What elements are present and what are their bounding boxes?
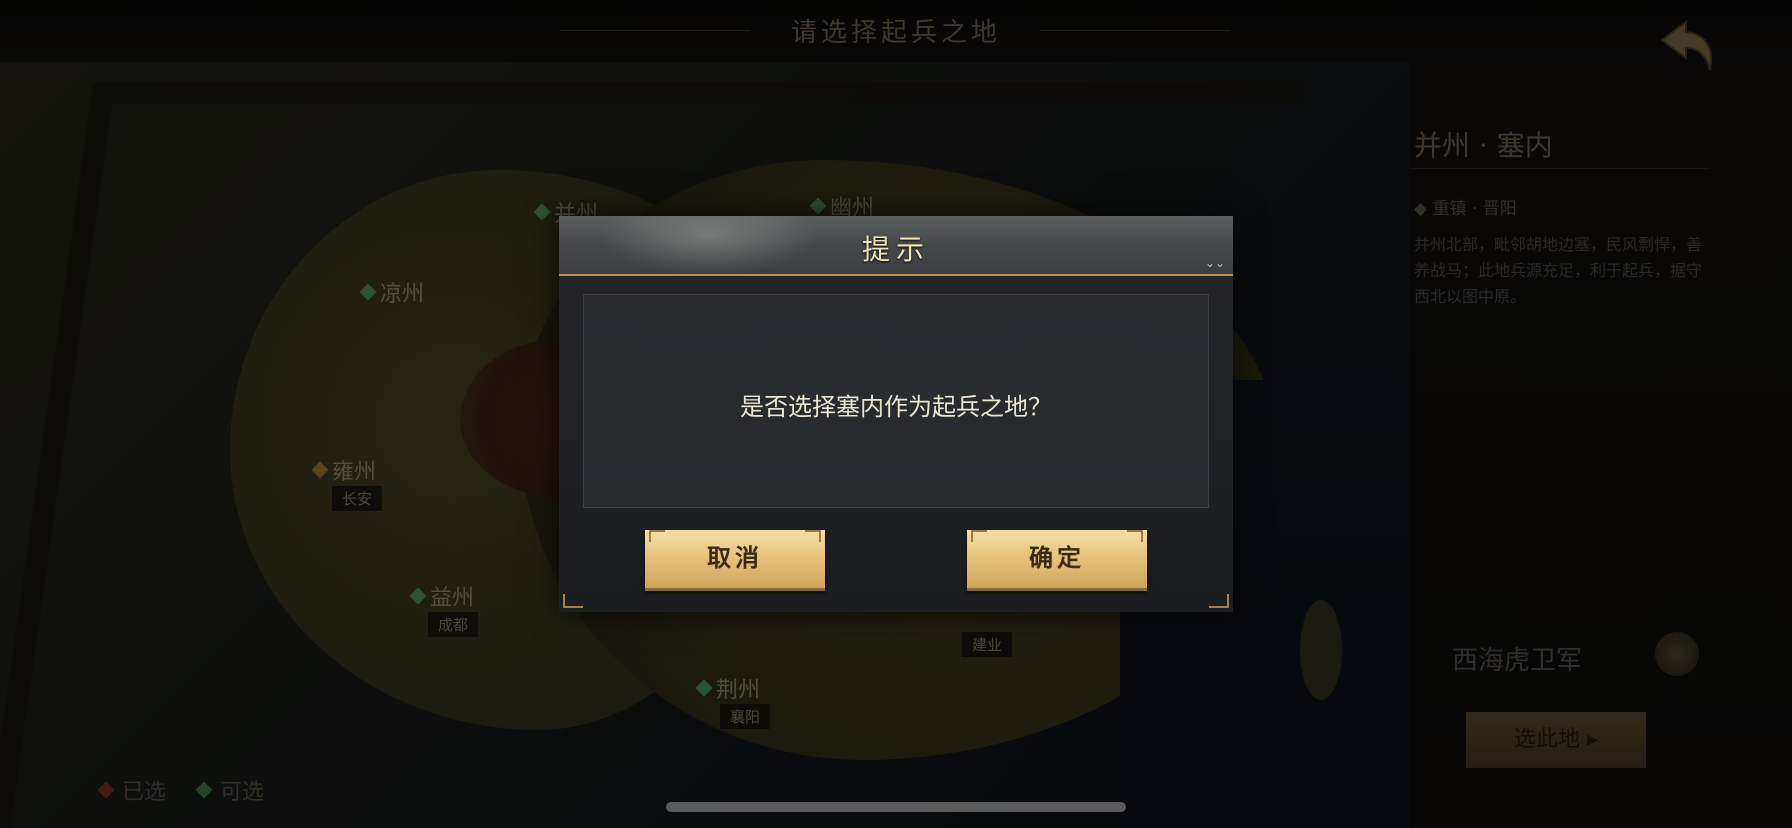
confirm-button-label: 确定: [1029, 543, 1085, 572]
confirm-dialog: 提示 ⌄⌄ 是否选择塞内作为起兵之地？ 取消 确定: [559, 216, 1233, 612]
button-corner-ornament: [649, 530, 665, 542]
button-corner-ornament: [971, 530, 987, 542]
button-corner-ornament: [805, 530, 821, 542]
confirm-button[interactable]: 确定: [967, 530, 1147, 591]
game-screen: 请选择起兵之地 凉州 雍州 长安 益州 成都 荆州 襄阳 并州 幽州 建业 并州…: [0, 0, 1792, 828]
dialog-corner-ornament: [563, 594, 583, 608]
dialog-title: 提示: [861, 233, 930, 266]
dialog-corner-ornament: [1209, 594, 1229, 608]
message-box: 是否选择塞内作为起兵之地？: [583, 294, 1209, 508]
cancel-button[interactable]: 取消: [645, 530, 825, 591]
cancel-button-label: 取消: [707, 543, 763, 572]
home-indicator[interactable]: [666, 802, 1126, 812]
dialog-header: 提示 ⌄⌄: [559, 216, 1233, 276]
dialog-message: 是否选择塞内作为起兵之地？: [740, 393, 1052, 421]
button-corner-ornament: [1127, 530, 1143, 542]
header-ornament-icon: ⌄⌄: [1204, 256, 1225, 270]
